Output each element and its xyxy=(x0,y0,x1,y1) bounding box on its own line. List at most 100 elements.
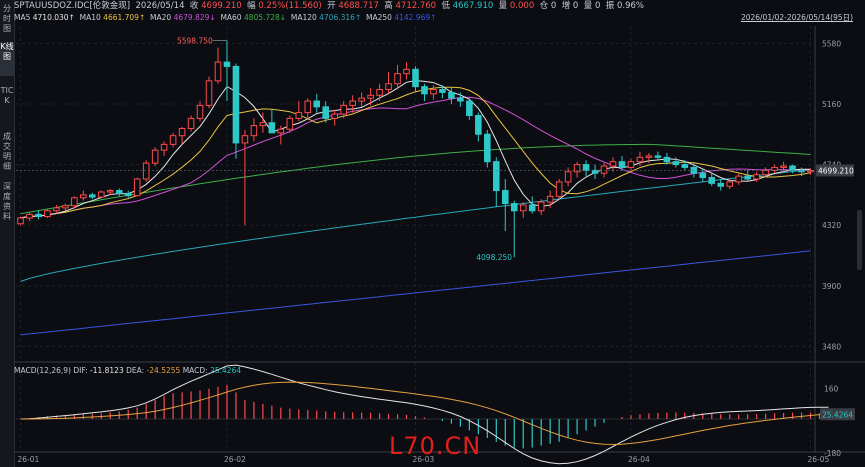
candle-body xyxy=(591,169,599,174)
candle-body xyxy=(385,83,392,91)
candle-body xyxy=(214,61,222,82)
candle-body xyxy=(322,106,330,119)
y-tick-label: 4320 xyxy=(822,221,841,230)
candle-body xyxy=(223,61,231,67)
candle-body xyxy=(439,89,446,93)
candle-body xyxy=(205,80,213,106)
candle-body xyxy=(771,166,778,171)
candle-body xyxy=(744,175,751,180)
candle-body xyxy=(133,178,141,197)
candle-body xyxy=(564,171,572,183)
candle-body xyxy=(762,169,769,176)
candle-body xyxy=(35,213,42,218)
candle-body xyxy=(232,65,240,144)
candle-body xyxy=(582,164,590,171)
candle-body xyxy=(277,128,285,134)
candle-body xyxy=(466,100,473,116)
candle-body xyxy=(753,174,760,180)
watermark: L70.CN xyxy=(389,432,482,460)
candle-body xyxy=(286,117,294,130)
candle-body xyxy=(430,89,437,95)
max-marker-label: 5598.750 xyxy=(177,37,213,46)
candle-body xyxy=(394,73,401,85)
candle-body xyxy=(124,192,132,197)
candle-body xyxy=(475,114,482,135)
current-price-tag: 4699.210 xyxy=(818,166,854,175)
candle-body xyxy=(618,161,626,168)
macd-value: 25.4264 xyxy=(210,366,242,375)
candle-body xyxy=(789,165,796,171)
candle-body xyxy=(735,175,742,183)
candle-body xyxy=(627,161,635,168)
candle-body xyxy=(44,210,51,218)
candle-body xyxy=(71,197,78,207)
candle-body xyxy=(780,165,787,168)
candle-body xyxy=(519,204,527,212)
ma20-line xyxy=(20,96,811,219)
candle-body xyxy=(340,104,347,115)
candle-body xyxy=(151,149,159,164)
y-tick-label: 5160 xyxy=(822,100,841,109)
candle-body xyxy=(645,155,653,158)
x-tick-label: 26-02 xyxy=(224,455,246,464)
candle-body xyxy=(663,156,671,163)
candle-body xyxy=(142,162,150,180)
candle-body xyxy=(555,181,563,197)
y-tick-label: 3900 xyxy=(822,282,841,291)
macd-legend: MACD(12,26,9) DIF: -11.8123 DEA: -24.525… xyxy=(14,366,242,375)
candle-body xyxy=(457,97,464,102)
y-tick-label: 5580 xyxy=(822,39,841,48)
candle-body xyxy=(510,203,518,212)
x-tick-label: 26-04 xyxy=(628,455,650,464)
candle-body xyxy=(528,204,536,212)
candle-body xyxy=(196,104,204,119)
candle-body xyxy=(403,68,410,75)
dea-value: -24.5255 xyxy=(146,366,181,375)
y-tick-label: 3480 xyxy=(822,342,841,351)
candle-body xyxy=(708,177,716,184)
candle-body xyxy=(609,161,617,167)
candle-body xyxy=(349,100,356,106)
candle-body xyxy=(376,89,383,96)
candle-body xyxy=(26,213,33,219)
macd-y-tick-label: -180 xyxy=(824,449,841,458)
macd-current-tag: 25.4264 xyxy=(822,410,853,419)
candle-body xyxy=(448,91,455,99)
candle-body xyxy=(699,172,707,179)
candle-body xyxy=(53,207,60,212)
candle-body xyxy=(187,117,195,129)
candle-body xyxy=(259,122,267,127)
candle-body xyxy=(106,190,114,193)
candle-body xyxy=(493,161,500,192)
candle-body xyxy=(636,156,644,163)
candle-body xyxy=(80,194,87,199)
candle-body xyxy=(600,165,608,174)
candle-body xyxy=(367,94,374,99)
candle-body xyxy=(169,135,177,145)
candle-body xyxy=(241,135,249,144)
candle-body xyxy=(304,100,312,114)
kline-chart[interactable]: 55805160474043203900348026-0126-0226-032… xyxy=(0,0,865,467)
vertical-scrollbar xyxy=(857,210,862,270)
candle-body xyxy=(421,86,428,95)
candle-body xyxy=(654,155,662,158)
candle-body xyxy=(546,195,554,203)
candle-body xyxy=(358,97,365,102)
candle-body xyxy=(331,113,338,119)
candle-body xyxy=(98,191,105,198)
candle-body xyxy=(250,125,258,137)
candle-body xyxy=(313,100,321,108)
candle-body xyxy=(717,182,725,187)
candle-body xyxy=(295,112,303,119)
chart-window: 分时图 K线图 TICK 成交明细 深度资料 SPTAUUSDOZ.IDC[伦敦… xyxy=(0,0,865,467)
candle-body xyxy=(484,133,491,163)
candle-body xyxy=(268,122,276,134)
candle-body xyxy=(681,164,689,168)
x-tick-label: 26-01 xyxy=(17,455,39,464)
macd-y-tick-label: 160 xyxy=(824,385,839,394)
candle-body xyxy=(89,194,96,198)
candle-body xyxy=(672,161,680,166)
dif-value: -11.8123 xyxy=(90,366,124,375)
candle-body xyxy=(726,181,733,187)
candle-body xyxy=(501,190,509,205)
